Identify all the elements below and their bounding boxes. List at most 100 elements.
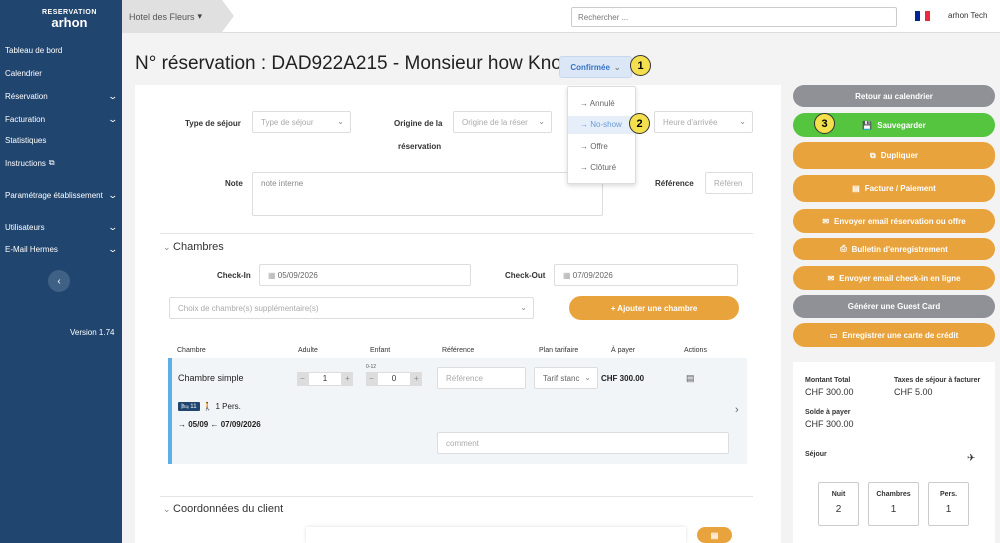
search-input[interactable]: Rechercher ... <box>571 7 897 27</box>
persons-box: Pers. 1 <box>928 482 969 526</box>
room-comment-input[interactable]: comment <box>437 432 729 454</box>
minus-icon[interactable]: − <box>297 372 308 386</box>
register-credit-card-button[interactable]: ▭ Enregistrer une carte de crédit <box>793 323 995 347</box>
sidebar-item-instructions[interactable]: Instructions ⧉ <box>5 158 117 168</box>
chevron-down-icon: ⌄ <box>107 222 119 232</box>
sidebar-item-facturation[interactable]: Facturation ⌄ <box>5 114 119 125</box>
chevron-down-icon: ⌄ <box>107 244 119 254</box>
adult-stepper[interactable]: −1 + <box>297 372 353 386</box>
button-label: Sauvegarder <box>877 120 926 130</box>
chambres-section-header[interactable]: ⌄ Chambres <box>163 241 224 253</box>
invoice-icon[interactable]: ▤ <box>686 373 695 384</box>
step-badge-1: 1 <box>630 55 651 76</box>
sidebar-item-label: Statistiques <box>5 136 47 145</box>
version-label: Version 1.74 <box>70 328 115 337</box>
type-sejour-select[interactable]: Type de séjour ⌄ <box>252 111 351 133</box>
checkout-date: 07/09/2026 <box>572 271 613 280</box>
status-option-offre[interactable]: → Offre <box>568 138 635 156</box>
credit-card-icon: ▭ <box>829 330 838 340</box>
origine-select[interactable]: Origine de la réser ⌄ <box>453 111 552 133</box>
reference-input[interactable]: Référen <box>705 172 753 194</box>
sidebar-item-label: Utilisateurs <box>5 223 45 232</box>
adult-count[interactable]: 1 <box>308 372 342 386</box>
persons-label: 1 Pers. <box>215 402 241 411</box>
sidebar-item-statistiques[interactable]: Statistiques <box>5 136 117 145</box>
client-action-button[interactable]: ▤ <box>697 527 732 543</box>
sidebar-item-parametrage[interactable]: Paramétrage établissement ⌄ <box>5 190 119 201</box>
col-reference: Référence <box>442 347 475 354</box>
chevron-right-icon[interactable]: › <box>735 404 739 416</box>
sidebar-item-email-hermes[interactable]: E-Mail Hermes ⌄ <box>5 244 119 255</box>
person-icon: 🚶 <box>202 402 213 411</box>
checkout-input[interactable]: ▦ 07/09/2026 <box>554 264 738 286</box>
sidebar: RESERVATION arhon Tableau de bord Calend… <box>0 0 122 543</box>
room-occupancy: 🛏 11 🚶 1 Pers. <box>178 402 241 411</box>
external-link-icon: ⧉ <box>48 158 55 167</box>
french-flag-icon[interactable] <box>915 11 930 21</box>
status-dropdown-button[interactable]: Confirmée ⌄ <box>559 56 632 78</box>
rate-plan-select[interactable]: Tarif stanc ⌄ <box>534 367 598 389</box>
persons-value: 1 <box>945 504 952 515</box>
logo[interactable]: RESERVATION arhon <box>42 9 97 30</box>
status-option-annule[interactable]: → Annulé <box>568 95 635 113</box>
child-stepper[interactable]: −0 + <box>366 372 422 386</box>
hotel-selector[interactable]: Hotel des Fleurs ▾ <box>122 0 234 33</box>
sidebar-item-utilisateurs[interactable]: Utilisateurs ⌄ <box>5 222 119 233</box>
logo-name: arhon <box>51 15 88 30</box>
checkout-label: Check-Out <box>505 271 546 280</box>
sidebar-item-calendrier[interactable]: Calendrier <box>5 69 117 78</box>
room-reference-input[interactable]: Référence <box>437 367 526 389</box>
guest-card-button[interactable]: Générer une Guest Card <box>793 295 995 318</box>
client-title: Coordonnées du client <box>173 503 284 515</box>
sidebar-item-label: Calendrier <box>5 69 42 78</box>
origine-label-2: réservation <box>398 142 442 151</box>
invoice-payment-button[interactable]: ▤ Facture / Paiement <box>793 175 995 202</box>
child-count[interactable]: 0 <box>377 372 411 386</box>
chevron-down-icon: ⌄ <box>337 117 344 126</box>
collapse-sidebar-button[interactable]: ‹ <box>48 270 70 292</box>
duplicate-button[interactable]: ⧉ Dupliquer <box>793 142 995 169</box>
note-textarea[interactable]: note interne <box>252 172 603 216</box>
origine-placeholder: Origine de la réser <box>462 118 528 127</box>
nights-label: Nuit <box>831 491 846 498</box>
chevron-down-icon: ⌄ <box>163 242 174 252</box>
back-to-calendar-button[interactable]: Retour au calendrier <box>793 85 995 107</box>
button-label: Bulletin d'enregistrement <box>851 244 948 254</box>
envelope-icon: ✉ <box>827 273 835 283</box>
heure-arrivee-select[interactable]: Heure d'arrivée ⌄ <box>654 111 753 133</box>
plus-icon[interactable]: + <box>411 372 422 386</box>
sejour-label: Séjour <box>805 451 827 458</box>
divider <box>160 496 753 497</box>
send-reservation-email-button[interactable]: ✉ Envoyer email réservation ou offre <box>793 209 995 233</box>
checkin-label: Check-In <box>217 271 251 280</box>
chevron-down-icon: ⌄ <box>520 303 527 312</box>
chambre-choice-placeholder: Choix de chambre(s) supplémentaire(s) <box>178 304 319 313</box>
button-label: Envoyer email check-in en ligne <box>839 273 961 283</box>
hotel-name: Hotel des Fleurs <box>129 11 195 22</box>
checkin-input[interactable]: ▦ 05/09/2026 <box>259 264 471 286</box>
add-room-button[interactable]: + Ajouter une chambre <box>569 296 739 320</box>
status-option-no-show[interactable]: → No-show <box>568 116 635 134</box>
client-section-header[interactable]: ⌄ Coordonnées du client <box>163 503 283 515</box>
taxes-value: CHF 5.00 <box>894 387 933 397</box>
origine-label: Origine de la <box>394 119 443 128</box>
rate-plan-value: Tarif stanc <box>543 374 580 383</box>
col-enfant: Enfant <box>370 347 391 354</box>
plus-icon[interactable]: + <box>342 372 353 386</box>
chevron-down-icon: ⌄ <box>739 117 746 126</box>
sidebar-item-tableau-de-bord[interactable]: Tableau de bord <box>5 46 117 55</box>
room-dates-text: 05/09 ← 07/09/2026 <box>188 420 261 429</box>
rooms-box: Chambres 1 <box>868 482 919 526</box>
button-label: Dupliquer <box>880 151 919 160</box>
minus-icon[interactable]: − <box>366 372 377 386</box>
caret-down-icon: ▾ <box>197 11 203 21</box>
status-option-cloture[interactable]: → Clôturé <box>568 159 635 177</box>
copy-icon: ⧉ <box>869 150 876 160</box>
registration-form-button[interactable]: ⎙ Bulletin d'enregistrement <box>793 238 995 260</box>
user-menu[interactable]: arhon Tech <box>948 11 987 20</box>
sidebar-item-reservation[interactable]: Réservation ⌄ <box>5 91 119 102</box>
chambre-supplementaire-select[interactable]: Choix de chambre(s) supplémentaire(s) ⌄ <box>169 297 534 319</box>
room-price: CHF 300.00 <box>601 374 645 383</box>
send-checkin-email-button[interactable]: ✉ Envoyer email check-in en ligne <box>793 266 995 290</box>
envelope-icon: ✉ <box>822 216 830 226</box>
